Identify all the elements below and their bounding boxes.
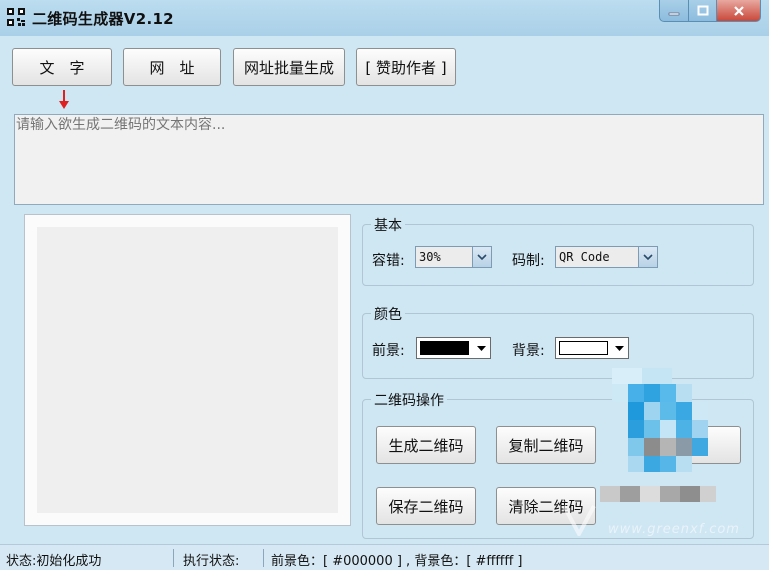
copy-qr-button[interactable]: 复制二维码 — [496, 426, 596, 464]
close-button[interactable] — [717, 0, 761, 22]
maximize-button[interactable] — [689, 0, 717, 22]
code-type-select[interactable]: QR Code — [555, 246, 658, 268]
fg-label: 前景: — [372, 343, 405, 359]
type-label: 码制: — [512, 253, 545, 269]
ec-label: 容错: — [372, 253, 405, 269]
status-separator — [173, 549, 174, 567]
status-exec: 执行状态: — [183, 554, 240, 569]
qr-preview-canvas — [37, 227, 338, 513]
bg-color-swatch — [559, 341, 608, 355]
v-logo-icon — [562, 505, 596, 536]
qr-app-icon — [7, 8, 25, 26]
chevron-down-icon[interactable] — [638, 247, 657, 267]
fg-color-swatch — [420, 341, 469, 355]
title-bar[interactable]: 二维码生成器V2.12 — [0, 0, 769, 36]
status-bar: 状态:初始化成功 执行状态: 前景色：[ #000000 ] , 背景色：[ #… — [0, 544, 769, 570]
donate-button[interactable]: [ 赞助作者 ] — [356, 48, 456, 86]
minimize-icon — [668, 12, 680, 15]
status-colors: 前景色：[ #000000 ] , 背景色：[ #ffffff ] — [271, 554, 523, 569]
dropdown-arrow-icon[interactable] — [610, 338, 628, 358]
watermark-logo-icon — [600, 368, 716, 502]
qr-preview-panel — [24, 214, 351, 526]
basic-group-title: 基本 — [371, 215, 405, 235]
maximize-icon — [697, 5, 708, 15]
code-type-value: QR Code — [559, 250, 610, 264]
window-title: 二维码生成器V2.12 — [32, 10, 174, 28]
generate-qr-button[interactable]: 生成二维码 — [376, 426, 476, 464]
url-mode-button[interactable]: 网 址 — [123, 48, 221, 86]
watermark-site-text: www.greenxf.com — [608, 522, 740, 537]
ec-select-value: 30% — [419, 250, 441, 264]
save-qr-button[interactable]: 保存二维码 — [376, 487, 476, 525]
content-input[interactable] — [14, 114, 764, 205]
status-separator — [263, 549, 264, 567]
window-controls — [659, 0, 761, 22]
minimize-button[interactable] — [659, 0, 689, 22]
ops-group-title: 二维码操作 — [371, 390, 447, 410]
bg-color-select[interactable] — [555, 337, 629, 359]
site-watermark: ​ www.greenxf.com — [562, 498, 768, 542]
close-icon — [733, 5, 744, 16]
status-state: 状态:初始化成功 — [6, 554, 102, 569]
color-group-title: 颜色 — [371, 304, 405, 324]
bg-label: 背景: — [512, 343, 545, 359]
dropdown-arrow-icon[interactable] — [472, 338, 490, 358]
fg-color-select[interactable] — [416, 337, 491, 359]
text-mode-button[interactable]: 文 字 — [12, 48, 112, 86]
down-arrow-icon — [59, 90, 69, 109]
ec-select[interactable]: 30% — [415, 246, 492, 268]
batch-url-button[interactable]: 网址批量生成 — [233, 48, 345, 86]
chevron-down-icon[interactable] — [472, 247, 491, 267]
